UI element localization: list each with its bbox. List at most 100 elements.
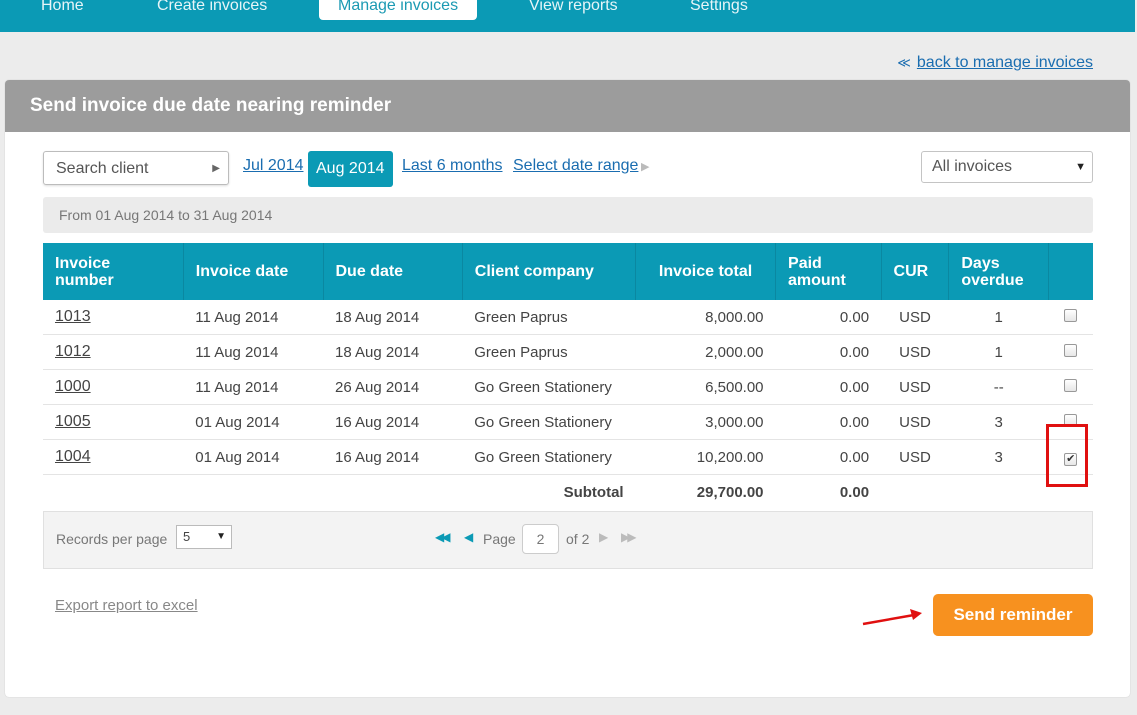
nav-home[interactable]: Home xyxy=(41,0,84,20)
pointer-arrow-icon xyxy=(862,609,922,626)
highlight-box xyxy=(1046,424,1088,487)
last-page-icon[interactable]: ▶▶ xyxy=(621,530,637,544)
search-client-input[interactable]: Search client ▶ xyxy=(43,151,229,185)
period-select-date-range[interactable]: Select date range xyxy=(513,157,638,175)
paid-cell: 0.00 xyxy=(775,334,882,370)
caret-right-icon: ▶ xyxy=(641,161,650,173)
overdue-cell: 1 xyxy=(948,334,1049,370)
period-jul-2014[interactable]: Jul 2014 xyxy=(243,157,304,175)
table-row: 1012 11 Aug 2014 18 Aug 2014 Green Papru… xyxy=(43,334,1093,370)
send-reminder-button[interactable]: Send reminder xyxy=(933,594,1093,636)
subtotal-paid: 0.00 xyxy=(839,483,870,501)
first-page-icon[interactable]: ◀◀ xyxy=(435,530,451,544)
invoice-number-link[interactable]: 1013 xyxy=(55,308,91,325)
currency-cell: USD xyxy=(881,300,949,335)
nav-create-invoices[interactable]: Create invoices xyxy=(157,0,267,20)
back-link-label: back to manage invoices xyxy=(916,54,1093,71)
invoice-number-link[interactable]: 1005 xyxy=(55,413,91,430)
reminder-card: Send invoice due date nearing reminder S… xyxy=(5,80,1130,697)
paid-cell: 0.00 xyxy=(775,404,882,440)
currency-cell: USD xyxy=(881,334,949,370)
invoice-filter-select[interactable]: All invoices ▼ xyxy=(921,151,1093,183)
client-cell: Go Green Stationery xyxy=(462,439,636,475)
back-to-manage-invoices-link[interactable]: ≪ back to manage invoices xyxy=(897,54,1093,72)
page-count-label: of 2 xyxy=(566,531,590,547)
client-cell: Green Paprus xyxy=(462,334,636,370)
overdue-cell: -- xyxy=(948,369,1049,405)
invoice-filter-value: All invoices xyxy=(932,158,1013,175)
col-paid-amount: Paid amount xyxy=(775,243,882,300)
next-page-icon[interactable]: ▶ xyxy=(599,530,608,544)
invoice-date-cell: 01 Aug 2014 xyxy=(183,404,323,440)
due-date-cell: 16 Aug 2014 xyxy=(323,439,463,475)
invoice-table: Invoice number Invoice date Due date Cli… xyxy=(43,243,1093,509)
period-last-6-months[interactable]: Last 6 months xyxy=(402,157,503,175)
row-select-checkbox[interactable] xyxy=(1064,343,1078,357)
caret-right-icon: ▶ xyxy=(212,163,220,174)
currency-cell: USD xyxy=(881,369,949,405)
row-select-checkbox[interactable] xyxy=(1064,308,1078,322)
due-date-cell: 16 Aug 2014 xyxy=(323,404,463,440)
overdue-cell: 3 xyxy=(948,404,1049,440)
search-client-placeholder: Search client xyxy=(56,160,149,177)
nav-manage-invoices[interactable]: Manage invoices xyxy=(319,0,478,20)
total-cell: 6,500.00 xyxy=(635,369,776,405)
invoice-date-cell: 11 Aug 2014 xyxy=(183,300,323,335)
col-due-date: Due date xyxy=(323,243,463,300)
nav-view-reports[interactable]: View reports xyxy=(529,0,618,20)
invoice-number-link[interactable]: 1012 xyxy=(55,343,91,360)
invoice-number-link[interactable]: 1004 xyxy=(55,448,91,465)
col-invoice-total: Invoice total xyxy=(635,243,777,300)
table-row: 1005 01 Aug 2014 16 Aug 2014 Go Green St… xyxy=(43,404,1093,440)
export-report-link[interactable]: Export report to excel xyxy=(55,597,198,614)
top-navigation: Home Create invoices Manage invoices Vie… xyxy=(0,0,1135,32)
client-cell: Go Green Stationery xyxy=(462,369,636,405)
paid-cell: 0.00 xyxy=(775,439,882,475)
client-cell: Green Paprus xyxy=(462,300,636,335)
previous-page-icon[interactable]: ◀ xyxy=(464,530,473,544)
currency-cell: USD xyxy=(881,439,949,475)
page-title: Send invoice due date nearing reminder xyxy=(5,80,1130,132)
overdue-cell: 3 xyxy=(948,439,1049,475)
due-date-cell: 26 Aug 2014 xyxy=(323,369,463,405)
due-date-cell: 18 Aug 2014 xyxy=(323,300,463,335)
invoice-date-cell: 01 Aug 2014 xyxy=(183,439,323,475)
overdue-cell: 1 xyxy=(948,300,1049,335)
nav-settings[interactable]: Settings xyxy=(690,0,748,20)
invoice-date-cell: 11 Aug 2014 xyxy=(183,369,323,405)
subtotal-total: 29,700.00 xyxy=(696,483,764,501)
date-range-info: From 01 Aug 2014 to 31 Aug 2014 xyxy=(43,197,1093,233)
caret-down-icon: ▼ xyxy=(1075,161,1086,173)
records-per-page-value: 5 xyxy=(183,529,191,544)
records-per-page-select[interactable]: 5 ▼ xyxy=(176,525,232,549)
table-row: 1000 11 Aug 2014 26 Aug 2014 Go Green St… xyxy=(43,369,1093,405)
subtotal-label: Subtotal xyxy=(563,483,624,501)
table-row: 1013 11 Aug 2014 18 Aug 2014 Green Papru… xyxy=(43,300,1093,335)
col-days-overdue: Days overdue xyxy=(948,243,1050,300)
client-cell: Go Green Stationery xyxy=(462,404,636,440)
currency-cell: USD xyxy=(881,404,949,440)
col-invoice-number: Invoice number xyxy=(43,243,184,300)
col-select xyxy=(1048,243,1093,300)
table-header-row: Invoice number Invoice date Due date Cli… xyxy=(43,243,1093,300)
total-cell: 10,200.00 xyxy=(635,439,776,475)
pagination-bar: Records per page 5 ▼ ◀◀ ◀ Page 2 of 2 ▶ … xyxy=(43,511,1093,569)
subtotal-row: Subtotal 29,700.00 0.00 xyxy=(43,475,1093,510)
caret-down-icon: ▼ xyxy=(216,531,226,542)
paid-cell: 0.00 xyxy=(775,369,882,405)
page-number-input[interactable]: 2 xyxy=(522,524,559,554)
double-chevron-left-icon: ≪ xyxy=(897,55,911,70)
col-invoice-date: Invoice date xyxy=(183,243,324,300)
total-cell: 2,000.00 xyxy=(635,334,776,370)
records-per-page-label: Records per page xyxy=(56,531,168,547)
paid-cell: 0.00 xyxy=(775,300,882,335)
row-select-checkbox[interactable] xyxy=(1064,378,1078,392)
due-date-cell: 18 Aug 2014 xyxy=(323,334,463,370)
total-cell: 3,000.00 xyxy=(635,404,776,440)
col-client-company: Client company xyxy=(462,243,637,300)
period-aug-2014[interactable]: Aug 2014 xyxy=(308,151,393,187)
page-label: Page xyxy=(483,531,516,547)
total-cell: 8,000.00 xyxy=(635,300,776,335)
invoice-date-cell: 11 Aug 2014 xyxy=(183,334,323,370)
invoice-number-link[interactable]: 1000 xyxy=(55,378,91,395)
